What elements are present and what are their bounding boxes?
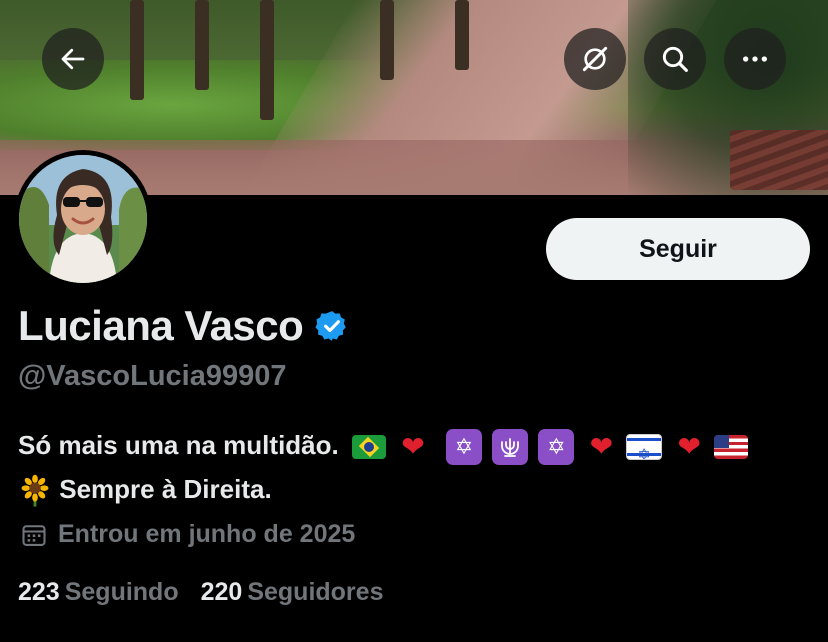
profile-name-row: Luciana Vasco <box>18 302 349 350</box>
bio-line-1: Só mais uma na multidão. ❤ ✡ ✡ ❤ ❤ <box>18 424 818 468</box>
avatar-photo <box>19 155 147 283</box>
joined-date: Entrou em junho de 2025 <box>20 520 355 549</box>
grok-button[interactable] <box>564 28 626 90</box>
menorah-icon <box>492 429 529 466</box>
red-heart-icon: ❤ <box>589 431 614 463</box>
avatar-frame[interactable] <box>14 150 152 288</box>
grok-icon <box>582 46 608 72</box>
profile-bio: Só mais uma na multidão. ❤ ✡ ✡ ❤ ❤ <box>18 424 818 510</box>
following-count: 223 <box>18 578 60 606</box>
followers-label: Seguidores <box>247 578 384 606</box>
banner-tree <box>195 0 209 90</box>
red-heart-icon: ❤ <box>677 431 702 463</box>
search-button[interactable] <box>644 28 706 90</box>
more-horizontal-icon <box>743 56 767 62</box>
avatar[interactable] <box>19 155 147 283</box>
israel-flag-icon <box>626 434 663 461</box>
search-icon <box>662 46 688 72</box>
arrow-left-icon <box>61 48 85 70</box>
verified-badge-icon[interactable] <box>315 309 349 343</box>
banner-tree <box>380 0 394 80</box>
profile-handle: @VascoLucia99907 <box>18 360 287 392</box>
banner-tree <box>455 0 469 70</box>
calendar-icon <box>22 524 46 546</box>
sunflower-icon <box>21 474 49 507</box>
profile-name: Luciana Vasco <box>18 302 304 349</box>
follow-stats: 223 Seguindo 220 Seguidores <box>18 578 383 607</box>
bio-line-2: Sempre à Direita. <box>18 468 818 510</box>
banner-bench <box>730 130 828 190</box>
bio-text-1: Só mais uma na multidão. <box>18 430 339 460</box>
red-heart-icon: ❤ <box>401 431 425 463</box>
banner-tree <box>130 0 144 100</box>
follow-button[interactable]: Seguir <box>546 218 810 280</box>
bio-text-2: Sempre à Direita. <box>59 474 272 505</box>
followers-count: 220 <box>200 578 243 606</box>
star-of-david-icon: ✡ <box>538 429 575 466</box>
following-link[interactable]: 223 Seguindo <box>18 578 179 607</box>
banner-tree <box>260 0 274 120</box>
following-label: Seguindo <box>64 578 179 606</box>
brazil-flag-icon <box>351 435 386 460</box>
back-button[interactable] <box>42 28 104 90</box>
star-of-david-icon: ✡ <box>445 429 482 466</box>
more-button[interactable] <box>724 28 786 90</box>
joined-text: Entrou em junho de 2025 <box>58 520 356 548</box>
usa-flag-icon <box>714 435 749 460</box>
followers-link[interactable]: 220 Seguidores <box>201 578 384 607</box>
